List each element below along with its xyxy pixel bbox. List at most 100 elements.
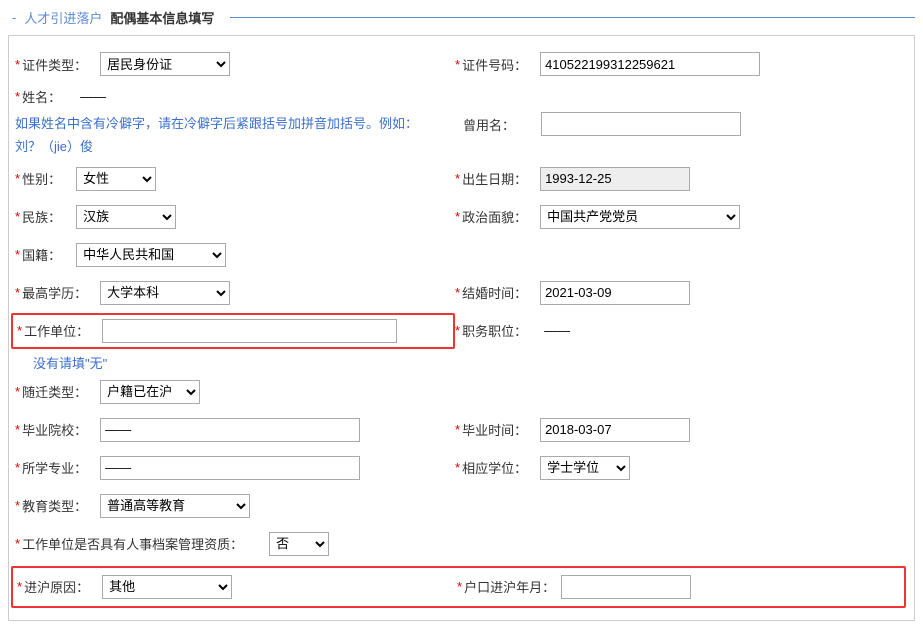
cell-name: * 姓名： 如果姓名中含有冷僻字，请在冷僻字后紧跟括号加拼音加括号。例如：刘？（… bbox=[15, 84, 455, 159]
required-mark: * bbox=[455, 209, 460, 224]
input-position[interactable] bbox=[540, 319, 740, 343]
input-birth-date[interactable] bbox=[540, 167, 690, 191]
required-mark: * bbox=[457, 579, 462, 594]
header-line bbox=[230, 17, 915, 18]
header-title: 配偶基本信息填写 bbox=[110, 8, 214, 27]
select-move-type[interactable]: 户籍已在沪 bbox=[100, 380, 200, 404]
select-sh-reason[interactable]: 其他 bbox=[102, 575, 232, 599]
input-marriage-time[interactable] bbox=[540, 281, 690, 305]
select-edu-type[interactable]: 普通高等教育 bbox=[100, 494, 250, 518]
input-work-unit[interactable] bbox=[102, 319, 397, 343]
select-gender[interactable]: 女性 bbox=[76, 167, 156, 191]
label-id-type: 证件类型： bbox=[22, 55, 94, 74]
cell-id-type: * 证件类型： 居民身份证 bbox=[15, 52, 455, 76]
select-education[interactable]: 大学本科 bbox=[100, 281, 230, 305]
row-nationality: * 国籍： 中华人民共和国 bbox=[15, 237, 904, 273]
input-grad-school[interactable] bbox=[100, 418, 360, 442]
label-major: 所学专业： bbox=[22, 458, 94, 477]
required-mark: * bbox=[15, 285, 20, 300]
label-education: 最高学历： bbox=[22, 283, 94, 302]
row-ethnicity: * 民族： 汉族 * 政治面貌： 中国共产党党员 bbox=[15, 199, 904, 235]
required-mark: * bbox=[15, 384, 20, 399]
row-gender: * 性别： 女性 * 出生日期： bbox=[15, 161, 904, 197]
label-ethnicity: 民族： bbox=[22, 207, 70, 226]
required-mark: * bbox=[455, 171, 460, 186]
highlight-work-unit: * 工作单位： bbox=[11, 313, 455, 349]
required-mark: * bbox=[17, 579, 22, 594]
required-mark: * bbox=[15, 498, 20, 513]
cell-grad-time: * 毕业时间： bbox=[455, 418, 904, 442]
required-mark: * bbox=[15, 89, 20, 104]
required-mark: * bbox=[15, 422, 20, 437]
cell-ethnicity: * 民族： 汉族 bbox=[15, 205, 455, 229]
cell-major: * 所学专业： bbox=[15, 456, 455, 480]
header-section: 人才引进落户 bbox=[24, 8, 102, 27]
label-position: 职务职位： bbox=[462, 321, 534, 340]
hint-rare-char: 如果姓名中含有冷僻字，请在冷僻字后紧跟括号加拼音加括号。例如：刘？（jie）俊 bbox=[15, 112, 435, 159]
label-degree: 相应学位： bbox=[462, 458, 534, 477]
required-mark: * bbox=[15, 57, 20, 72]
cell-sh-date: * 户口进沪年月： bbox=[457, 575, 900, 599]
input-former-name[interactable] bbox=[541, 112, 741, 136]
label-grad-school: 毕业院校： bbox=[22, 420, 94, 439]
input-grad-time[interactable] bbox=[540, 418, 690, 442]
select-degree[interactable]: 学士学位 bbox=[540, 456, 630, 480]
cell-birth-date: * 出生日期： bbox=[455, 167, 904, 191]
label-birth-date: 出生日期： bbox=[462, 169, 534, 188]
required-mark: * bbox=[455, 57, 460, 72]
required-mark: * bbox=[15, 247, 20, 262]
label-id-number: 证件号码： bbox=[462, 55, 534, 74]
row-major: * 所学专业： * 相应学位： 学士学位 bbox=[15, 450, 904, 486]
cell-marriage-time: * 结婚时间： bbox=[455, 281, 904, 305]
required-mark: * bbox=[455, 460, 460, 475]
label-edu-type: 教育类型： bbox=[22, 496, 94, 515]
select-political[interactable]: 中国共产党党员 bbox=[540, 205, 740, 229]
label-move-type: 随迁类型： bbox=[22, 382, 94, 401]
cell-former-name: 曾用名： bbox=[455, 84, 904, 136]
label-hr-qualification: 工作单位是否具有人事档案管理资质： bbox=[22, 534, 243, 553]
label-sh-reason: 进沪原因： bbox=[24, 577, 96, 596]
label-grad-time: 毕业时间： bbox=[462, 420, 534, 439]
cell-move-type: * 随迁类型： 户籍已在沪 bbox=[15, 380, 455, 404]
cell-hr-qualification: * 工作单位是否具有人事档案管理资质： 否 bbox=[15, 532, 329, 556]
label-work-unit: 工作单位： bbox=[24, 321, 96, 340]
header-dash: - bbox=[12, 10, 16, 25]
cell-degree: * 相应学位： 学士学位 bbox=[455, 456, 904, 480]
row-id: * 证件类型： 居民身份证 * 证件号码： bbox=[15, 46, 904, 82]
highlight-sh: * 进沪原因： 其他 * 户口进沪年月： bbox=[11, 566, 906, 608]
label-name: 姓名： bbox=[22, 87, 70, 106]
cell-education: * 最高学历： 大学本科 bbox=[15, 281, 455, 305]
select-id-type[interactable]: 居民身份证 bbox=[100, 52, 230, 76]
row-grad-school: * 毕业院校： * 毕业时间： bbox=[15, 412, 904, 448]
required-mark: * bbox=[15, 536, 20, 551]
required-mark: * bbox=[15, 460, 20, 475]
required-mark: * bbox=[15, 209, 20, 224]
row-work-unit: * 工作单位： 没有请填"无" * 职务职位： bbox=[15, 313, 904, 372]
label-former-name: 曾用名： bbox=[463, 115, 535, 134]
input-id-number[interactable] bbox=[540, 52, 760, 76]
cell-grad-school: * 毕业院校： bbox=[15, 418, 455, 442]
required-mark: * bbox=[15, 171, 20, 186]
select-ethnicity[interactable]: 汉族 bbox=[76, 205, 176, 229]
required-mark: * bbox=[455, 422, 460, 437]
required-mark: * bbox=[17, 323, 22, 338]
form-frame: * 证件类型： 居民身份证 * 证件号码： * 姓名： 如果姓名中含有冷僻字，请… bbox=[8, 35, 915, 621]
cell-work-unit-wrap: * 工作单位： 没有请填"无" bbox=[15, 313, 455, 372]
label-sh-date: 户口进沪年月： bbox=[464, 577, 555, 596]
input-major[interactable] bbox=[100, 456, 360, 480]
input-name[interactable] bbox=[76, 84, 166, 108]
label-nationality: 国籍： bbox=[22, 245, 70, 264]
cell-position: * 职务职位： bbox=[455, 313, 904, 343]
row-move-type: * 随迁类型： 户籍已在沪 bbox=[15, 374, 904, 410]
row-education: * 最高学历： 大学本科 * 结婚时间： bbox=[15, 275, 904, 311]
select-nationality[interactable]: 中华人民共和国 bbox=[76, 243, 226, 267]
cell-political: * 政治面貌： 中国共产党党员 bbox=[455, 205, 904, 229]
select-hr-qualification[interactable]: 否 bbox=[269, 532, 329, 556]
page-header: - 人才引进落户 配偶基本信息填写 bbox=[8, 8, 915, 27]
row-name: * 姓名： 如果姓名中含有冷僻字，请在冷僻字后紧跟括号加拼音加括号。例如：刘？（… bbox=[15, 84, 904, 159]
cell-gender: * 性别： 女性 bbox=[15, 167, 455, 191]
label-gender: 性别： bbox=[22, 169, 70, 188]
row-hr-qualification: * 工作单位是否具有人事档案管理资质： 否 bbox=[15, 526, 904, 562]
cell-sh-reason: * 进沪原因： 其他 bbox=[17, 575, 457, 599]
input-sh-date[interactable] bbox=[561, 575, 691, 599]
